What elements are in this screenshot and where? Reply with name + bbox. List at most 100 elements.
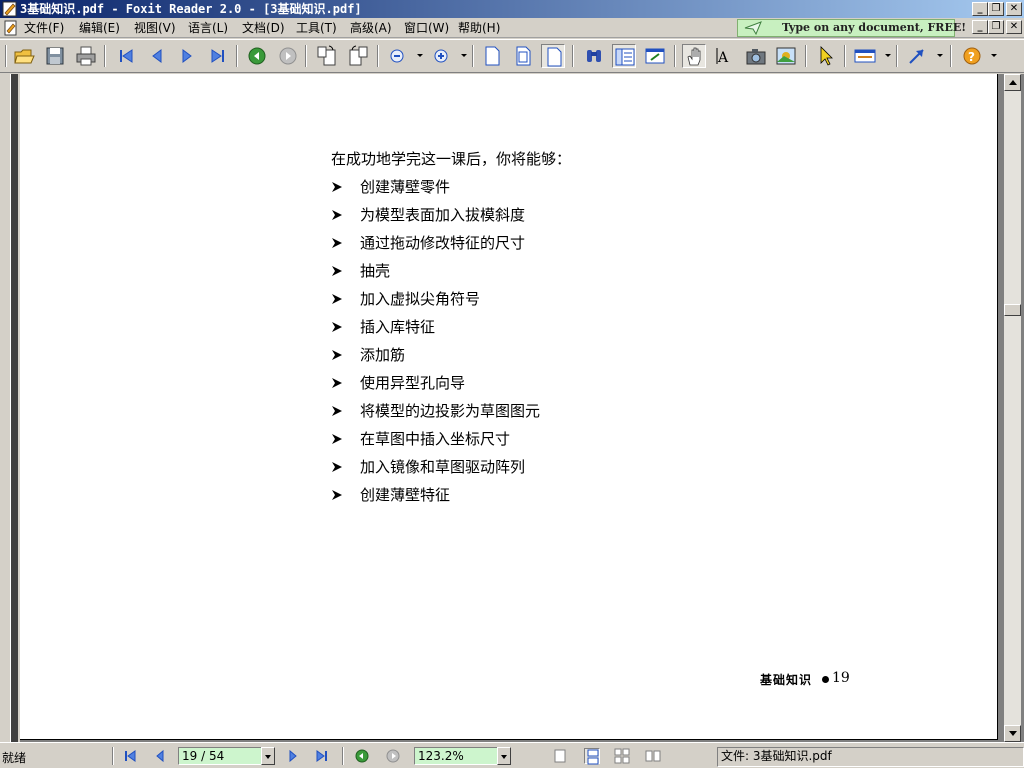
status-next-page-icon[interactable] (285, 748, 301, 764)
status-prev-page-icon[interactable] (152, 748, 168, 764)
scroll-thumb[interactable] (1004, 304, 1021, 316)
toolbar-separator (377, 45, 379, 67)
arrow-bullet-icon (332, 378, 342, 388)
objective-text: 为模型表面加入拔模斜度 (360, 206, 526, 224)
last-page-icon[interactable] (206, 44, 230, 68)
help-icon[interactable]: ? (960, 44, 984, 68)
menu-tools[interactable]: 工具(T) (296, 21, 337, 35)
actual-size-icon[interactable] (480, 44, 504, 68)
fit-page-icon[interactable] (511, 44, 535, 68)
menu-language[interactable]: 语言(L) (188, 21, 228, 35)
page-dropdown-button[interactable] (261, 747, 275, 765)
status-back-icon[interactable] (354, 748, 370, 764)
objective-text: 插入库特征 (360, 318, 436, 336)
scroll-down-button[interactable] (1004, 725, 1021, 742)
hand-tool-icon[interactable] (682, 44, 706, 68)
toolbar: A ? (0, 39, 1024, 73)
arrow-down-icon (1009, 731, 1017, 736)
close-button[interactable]: ✕ (1006, 2, 1022, 16)
objective-text: 抽壳 (360, 262, 391, 280)
rotate-right-icon[interactable] (346, 44, 370, 68)
ad-text: Type on any document, FREE! (782, 21, 967, 34)
arrow-up-icon (1009, 80, 1017, 85)
save-icon[interactable] (43, 44, 67, 68)
menu-window[interactable]: 窗口(W) (404, 21, 449, 35)
page-number: 19 (832, 670, 850, 686)
select-icon[interactable] (814, 44, 838, 68)
help-dropdown[interactable] (991, 54, 997, 57)
toolbar-separator (805, 45, 807, 67)
toolbar-separator (572, 45, 574, 67)
objective-text: 在草图中插入坐标尺寸 (360, 430, 511, 448)
page-number-field[interactable]: 19 / 54 (178, 747, 262, 765)
prev-page-icon[interactable] (145, 44, 169, 68)
arrow-annotation-dropdown[interactable] (937, 54, 943, 57)
single-page-icon[interactable] (552, 748, 568, 764)
rotate-left-icon[interactable] (315, 44, 339, 68)
first-page-icon[interactable] (114, 44, 138, 68)
arrow-bullet-icon (332, 350, 342, 360)
toolbar-separator (236, 45, 238, 67)
restore-button[interactable]: ❐ (988, 2, 1004, 16)
zoom-in-icon[interactable] (429, 44, 453, 68)
zoom-out-icon[interactable] (385, 44, 409, 68)
menu-edit[interactable]: 编辑(E) (79, 21, 120, 35)
fit-width-icon[interactable] (541, 44, 565, 68)
menu-file[interactable]: 文件(F) (24, 21, 64, 35)
zoom-out-dropdown[interactable] (417, 54, 423, 57)
image-select-icon[interactable] (774, 44, 798, 68)
vertical-scrollbar[interactable] (1004, 74, 1021, 742)
typewriter-dropdown[interactable] (885, 54, 891, 57)
side-panel-splitter[interactable] (0, 74, 20, 742)
minimize-button[interactable]: _ (972, 2, 988, 16)
menu-document[interactable]: 文档(D) (242, 21, 285, 35)
ad-banner[interactable]: Type on any document, FREE! (737, 19, 966, 37)
open-icon[interactable] (12, 44, 36, 68)
forward-icon[interactable] (276, 44, 300, 68)
continuous-facing-icon[interactable] (645, 748, 661, 764)
arrow-bullet-icon (332, 238, 342, 248)
objective-text: 加入镜像和草图驱动阵列 (360, 458, 526, 476)
toolbar-separator (950, 45, 952, 67)
next-page-icon[interactable] (175, 44, 199, 68)
status-separator (112, 747, 114, 765)
status-last-page-icon[interactable] (314, 748, 330, 764)
zoom-dropdown-button[interactable] (497, 747, 511, 765)
snapshot-icon[interactable] (744, 44, 768, 68)
objective-text: 将模型的边投影为草图图元 (360, 402, 541, 420)
document-area: 在成功地学完这一课后，你将能够： 创建薄壁零件 为模型表面加入拔模斜度 通过拖动修改… (0, 74, 1024, 742)
doc-minimize-button[interactable]: _ (972, 20, 988, 34)
objective-text: 通过拖动修改特征的尺寸 (360, 234, 526, 252)
bookmarks-icon[interactable] (612, 44, 636, 68)
print-icon[interactable] (74, 44, 98, 68)
document-icon[interactable] (3, 20, 19, 36)
doc-restore-button[interactable]: ❐ (988, 20, 1004, 34)
window-title: 3基础知识.pdf - Foxit Reader 2.0 - [3基础知识.pd… (20, 2, 362, 16)
zoom-in-dropdown[interactable] (461, 54, 467, 57)
facing-icon[interactable] (614, 748, 630, 764)
status-first-page-icon[interactable] (122, 748, 138, 764)
toolbar-separator (674, 45, 676, 67)
status-separator (342, 747, 344, 765)
menu-view[interactable]: 视图(V) (134, 21, 176, 35)
arrow-bullet-icon (332, 322, 342, 332)
arrow-bullet-icon (332, 182, 342, 192)
doc-close-button[interactable]: ✕ (1006, 20, 1022, 34)
pdf-app-icon (2, 1, 17, 17)
find-icon[interactable] (582, 44, 606, 68)
scroll-up-button[interactable] (1004, 74, 1021, 91)
pdf-page[interactable]: 在成功地学完这一课后，你将能够： 创建薄壁零件 为模型表面加入拔模斜度 通过拖动修改… (20, 74, 998, 740)
paper-plane-icon (744, 21, 762, 35)
continuous-icon[interactable] (584, 748, 600, 765)
intro-text: 在成功地学完这一课后，你将能够： (331, 150, 572, 168)
footer-label: 基础知识 (760, 673, 813, 687)
menu-advanced[interactable]: 高级(A) (350, 21, 392, 35)
status-forward-icon[interactable] (385, 748, 401, 764)
arrow-annotation-icon[interactable] (905, 44, 929, 68)
text-select-icon[interactable]: A (713, 44, 737, 68)
typewriter-icon[interactable] (853, 44, 877, 68)
menu-help[interactable]: 帮助(H) (458, 21, 500, 35)
zoom-field[interactable]: 123.2% (414, 747, 498, 765)
back-icon[interactable] (245, 44, 269, 68)
thumbnails-icon[interactable] (643, 44, 667, 68)
